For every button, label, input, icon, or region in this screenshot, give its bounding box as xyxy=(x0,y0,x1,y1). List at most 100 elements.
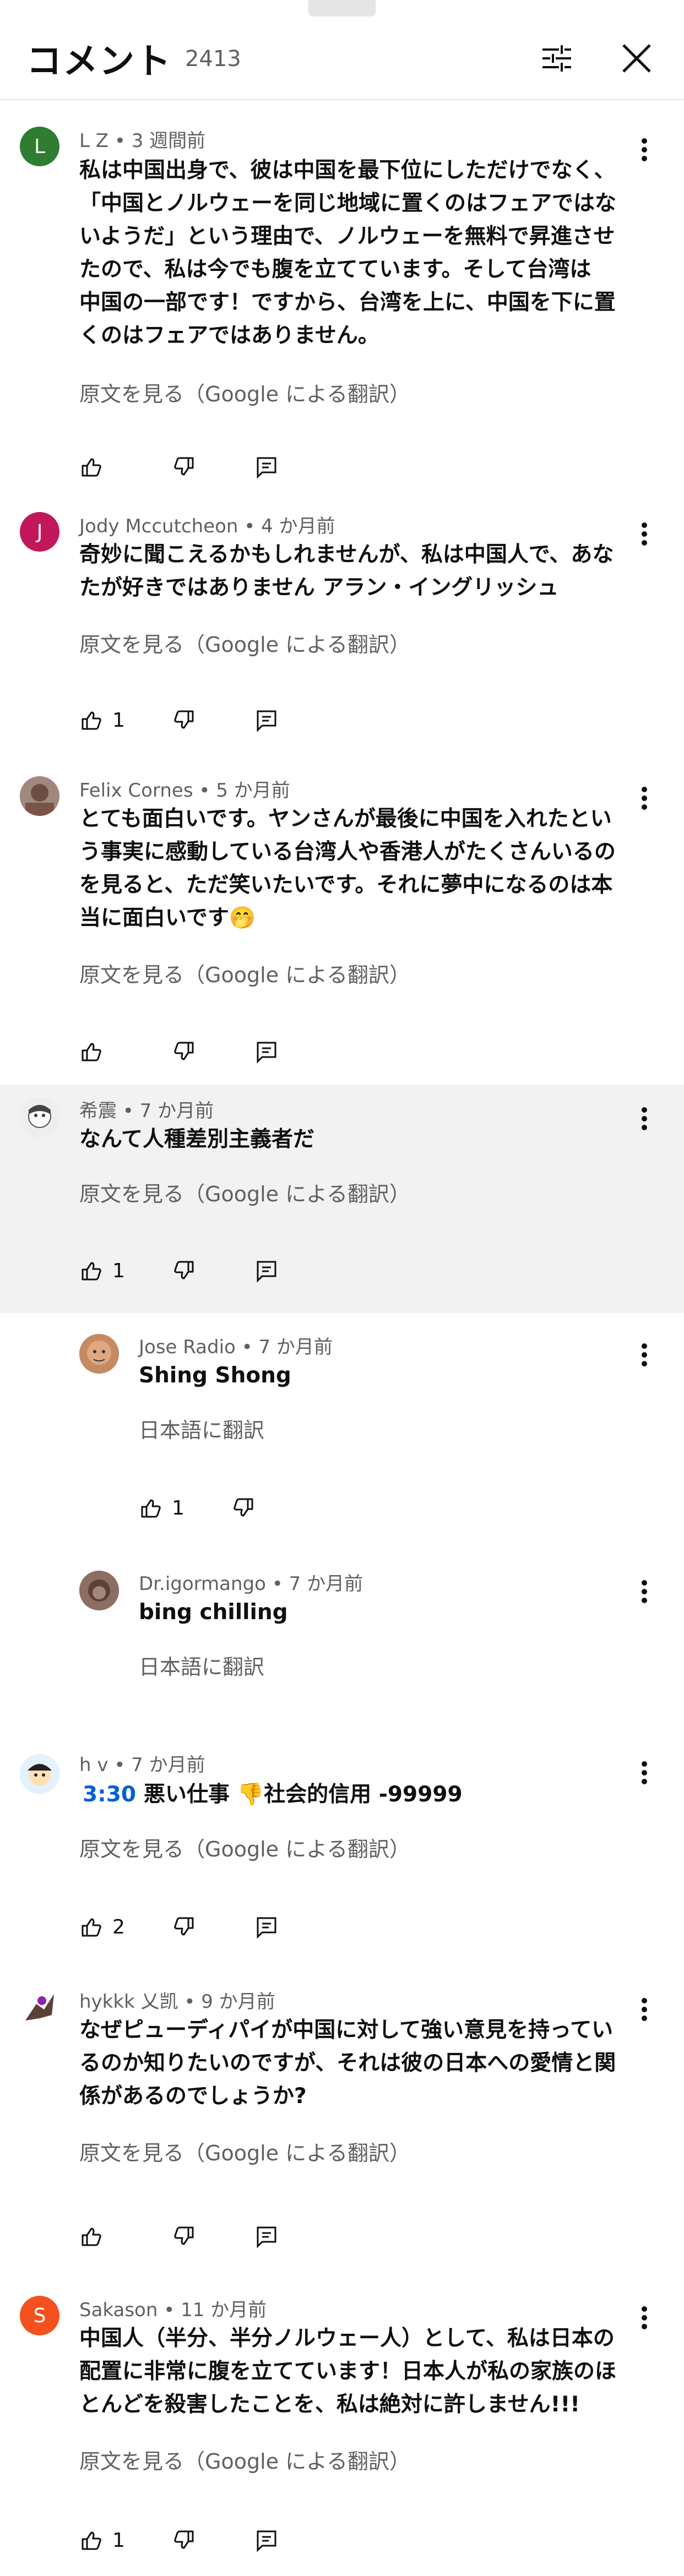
comment-text: とても面白いです。ヤンさんが最後に中国を入れたとい う事実に感動している台湾人や… xyxy=(79,807,616,930)
author-name[interactable]: h v xyxy=(79,1754,108,1776)
more-options-icon[interactable] xyxy=(633,133,655,166)
comment-text: なぜピューディパイが中国に対して強い意見を持ってい るのか知りたいのですが、それ… xyxy=(79,2018,616,2109)
thumbs-up-icon xyxy=(82,1918,101,1937)
comment-text: 私は中国出身で、彼は中国を最下位にしただけでなく、 「中国とノルウェーを同じ地域… xyxy=(79,158,617,348)
avatar[interactable] xyxy=(20,1754,59,1794)
more-options-icon[interactable] xyxy=(633,1102,655,1135)
reply-button[interactable] xyxy=(254,1911,279,1942)
avatar[interactable]: S xyxy=(20,2296,59,2335)
author-name[interactable]: Dr.igormango xyxy=(139,1573,266,1595)
dislike-button[interactable] xyxy=(172,1036,196,1067)
thumbs-down-icon xyxy=(174,457,194,476)
see-original-link[interactable]: 原文を見る（Google による翻訳） xyxy=(79,958,410,988)
see-original-link[interactable]: 原文を見る（Google による翻訳） xyxy=(79,2136,410,2166)
like-button[interactable]: 1 xyxy=(79,2525,125,2556)
translate-link[interactable]: 日本語に翻訳 xyxy=(139,1650,264,1680)
more-options-icon[interactable] xyxy=(633,518,655,551)
comment-count: 2413 xyxy=(185,46,241,72)
author-name[interactable]: Sakason xyxy=(79,2299,158,2321)
reply-icon xyxy=(257,1917,276,1939)
comment-meta: Sakason • 11 か月前 xyxy=(79,2299,267,2321)
dislike-button[interactable] xyxy=(172,1255,196,1286)
see-original-link[interactable]: 原文を見る（Google による翻訳） xyxy=(79,1177,410,1207)
more-options-icon[interactable] xyxy=(633,782,655,815)
see-original-link[interactable]: 原文を見る（Google による翻訳） xyxy=(79,2444,410,2475)
like-button[interactable]: 1 xyxy=(79,1255,125,1286)
more-options-icon[interactable] xyxy=(633,1756,655,1789)
avatar[interactable]: L xyxy=(20,127,59,166)
comment-time: 5 か月前 xyxy=(216,780,290,802)
more-options-icon[interactable] xyxy=(633,1338,655,1371)
thumbs-down-icon xyxy=(234,1498,253,1517)
dislike-button[interactable] xyxy=(172,2221,196,2252)
comments-header: コメント 2413 xyxy=(0,0,684,100)
timestamp-link[interactable]: 3:30 xyxy=(83,1782,136,1807)
thumbs-up-icon xyxy=(82,1262,101,1281)
avatar[interactable]: J xyxy=(20,512,59,552)
like-button[interactable] xyxy=(79,2221,104,2252)
like-count: 2 xyxy=(112,1915,125,1938)
reply-icon xyxy=(257,2530,276,2552)
author-name[interactable]: Jose Radio xyxy=(139,1336,236,1358)
dislike-button[interactable] xyxy=(172,2525,196,2556)
author-name[interactable]: Jody Mccutcheon xyxy=(79,515,238,537)
thumbs-down-icon xyxy=(174,1042,194,1060)
author-name[interactable]: 希震 xyxy=(79,1100,117,1122)
like-count: 1 xyxy=(112,709,125,732)
like-button[interactable] xyxy=(79,1036,104,1067)
reply-button[interactable] xyxy=(254,2525,279,2556)
comment-thread: J Jody Mccutcheon • 4 か月前 奇妙に聞こえるかもしれません… xyxy=(0,495,684,760)
comment-meta: Felix Cornes • 5 か月前 xyxy=(79,780,290,802)
comment-meta: Jody Mccutcheon • 4 か月前 xyxy=(79,515,335,537)
author-name[interactable]: hykkk 乂凯 xyxy=(79,1991,178,2013)
comment-text: 中国人（半分、半分ノルウェー人）として、私は日本の 配置に非常に腹を立てています… xyxy=(79,2326,617,2417)
comment-thread: L L Z • 3 週間前 私は中国出身で、彼は中国を最下位にしただけでなく、 … xyxy=(0,99,684,495)
thumbs-up-icon xyxy=(82,711,101,730)
reply-button[interactable] xyxy=(254,705,279,736)
comment-time: 9 か月前 xyxy=(201,1991,275,2013)
comment-text: なんて人種差別主義者だ xyxy=(79,1127,315,1152)
like-count: 1 xyxy=(112,1259,125,1282)
comment-thread-highlighted: 希震 • 7 か月前 なんて人種差別主義者だ 原文を見る（Google による翻… xyxy=(0,1085,684,1313)
translate-link[interactable]: 日本語に翻訳 xyxy=(139,1413,264,1444)
more-options-icon[interactable] xyxy=(633,1575,655,1608)
avatar[interactable] xyxy=(79,1334,119,1374)
close-icon[interactable] xyxy=(617,39,656,78)
comment-text: 3:30 悪い仕事 👎社会的信用 -99999 xyxy=(83,1782,463,1807)
like-button[interactable]: 1 xyxy=(79,705,125,736)
avatar[interactable] xyxy=(20,1098,59,1137)
comment-text: bing chilling xyxy=(139,1600,288,1625)
tune-icon[interactable] xyxy=(537,39,577,78)
reply-button[interactable] xyxy=(254,2221,279,2252)
like-button[interactable] xyxy=(79,451,104,482)
reply-button[interactable] xyxy=(254,1036,279,1067)
reply-icon xyxy=(257,2226,276,2248)
comment-meta: 希震 • 7 か月前 xyxy=(79,1100,214,1122)
reply-button[interactable] xyxy=(254,1255,279,1286)
comment-meta: Dr.igormango • 7 か月前 xyxy=(139,1573,363,1595)
thumbs-down-icon xyxy=(174,1261,194,1279)
reply-icon xyxy=(257,710,276,732)
avatar[interactable] xyxy=(20,1987,59,2027)
dislike-button[interactable] xyxy=(172,1911,196,1942)
author-name[interactable]: L Z xyxy=(79,130,108,152)
dislike-button[interactable] xyxy=(172,451,196,482)
comment-meta: L Z • 3 週間前 xyxy=(79,130,206,152)
like-button[interactable]: 1 xyxy=(139,1493,184,1523)
avatar[interactable] xyxy=(79,1571,119,1610)
see-original-link[interactable]: 原文を見る（Google による翻訳） xyxy=(79,628,410,658)
dislike-button[interactable] xyxy=(231,1493,256,1523)
like-button[interactable]: 2 xyxy=(79,1911,125,1942)
reply-button[interactable] xyxy=(254,451,279,482)
author-name[interactable]: Felix Cornes xyxy=(79,780,193,802)
avatar[interactable] xyxy=(20,776,59,816)
see-original-link[interactable]: 原文を見る（Google による翻訳） xyxy=(79,377,410,407)
dislike-button[interactable] xyxy=(172,705,196,736)
more-options-icon[interactable] xyxy=(633,2301,655,2334)
thumbs-up-icon xyxy=(82,1043,101,1061)
more-options-icon[interactable] xyxy=(633,1993,655,2026)
comment-thread: Felix Cornes • 5 か月前 とても面白いです。ヤンさんが最後に中国… xyxy=(0,760,684,1085)
comment-time: 7 か月前 xyxy=(139,1100,214,1122)
see-original-link[interactable]: 原文を見る（Google による翻訳） xyxy=(79,1832,410,1862)
comment-thread: S Sakason • 11 か月前 中国人（半分、半分ノルウェー人）として、私… xyxy=(0,2268,684,2576)
